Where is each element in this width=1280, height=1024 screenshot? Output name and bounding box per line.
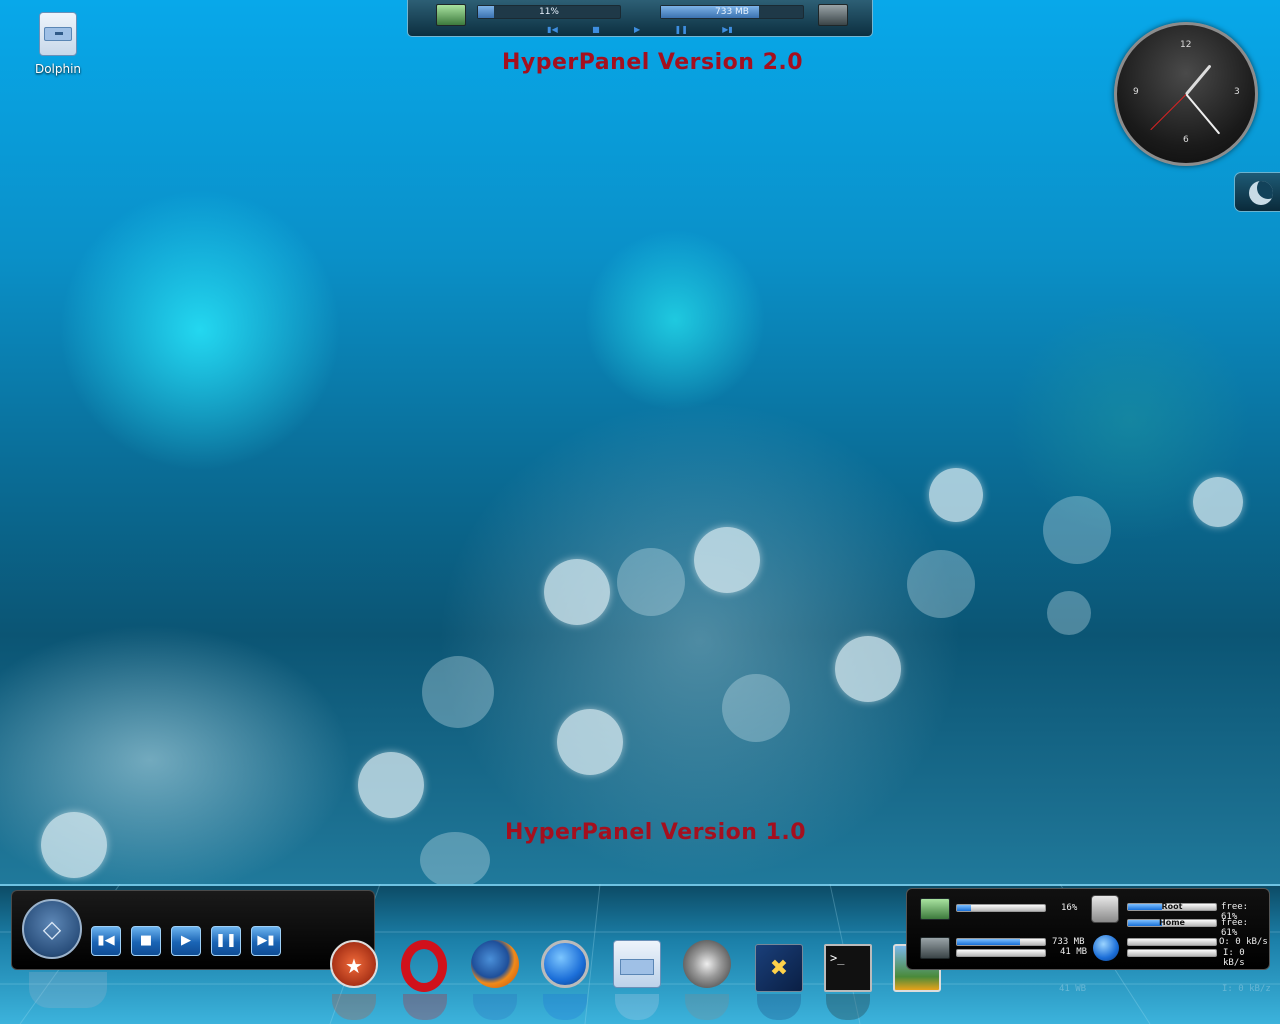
bokeh-bubble	[1047, 591, 1091, 635]
bokeh-bubble	[422, 656, 494, 728]
terminal-icon[interactable]: >_	[824, 944, 872, 992]
hard-disk-icon	[1091, 895, 1119, 923]
bokeh-bubble	[41, 812, 107, 878]
sysmon-cpu-bar	[956, 904, 1046, 912]
top-cpu-bar: 11%	[477, 5, 621, 19]
next-icon[interactable]: ▶▮	[722, 25, 733, 34]
sysmon-mem-bar	[956, 938, 1046, 946]
prev-button[interactable]: ▮◀	[91, 926, 121, 956]
sysmon-swap-bar	[956, 949, 1046, 957]
sysmon-home-bar: Home	[1127, 918, 1217, 927]
firefox-icon[interactable]	[471, 940, 519, 988]
media-player-panel: ◇ ▮◀ ■ ▶ ❚❚ ▶▮	[11, 890, 375, 970]
drawer	[620, 959, 654, 975]
sysmon-reflection-net: I: 0 kB/z	[1222, 984, 1271, 994]
hypercolor-icon[interactable]: ★	[330, 940, 378, 988]
sysmon-cpu-text: 16%	[1061, 903, 1078, 913]
top-mem-bar: 733 MB	[660, 5, 804, 19]
desktop-icon-dolphin[interactable]: Dolphin	[28, 12, 88, 76]
prev-icon[interactable]: ▮◀	[547, 25, 558, 34]
clock-numeral: 9	[1133, 87, 1139, 97]
system-settings-icon[interactable]: ✖	[755, 944, 803, 992]
pause-icon[interactable]: ❚❚	[674, 25, 687, 34]
sysmon-swap-text: 41 MB	[1060, 947, 1088, 957]
bokeh-bubble	[835, 636, 901, 702]
sysmon-net-in: I: 0 kB/s	[1223, 948, 1245, 968]
bokeh-bubble	[557, 709, 623, 775]
hyperpanel-top: 11% 733 MB ▮◀ ■ ▶ ❚❚ ▶▮	[407, 0, 873, 37]
analog-clock[interactable]: 12 3 6 9	[1114, 22, 1258, 166]
sysmon-net-out-bar	[1127, 938, 1217, 946]
network-globe-icon[interactable]	[541, 940, 589, 988]
bokeh-bubble	[694, 527, 760, 593]
sysmon-net-out: O: 0 kB/s	[1219, 937, 1268, 947]
bokeh-bubble	[1043, 496, 1111, 564]
system-monitor-panel: 16% Root free: 61% Home free: 61% 733 MB…	[906, 888, 1270, 970]
memory-chip-icon	[818, 4, 848, 26]
sysmon-mem-bar-fill	[957, 939, 1021, 945]
sysmon-root-label: Root	[1161, 902, 1183, 911]
moon-icon	[1249, 181, 1273, 205]
dolphin-icon[interactable]	[613, 940, 661, 988]
amarok-reflection	[29, 972, 107, 1008]
network-globe-icon	[1093, 935, 1119, 961]
next-button[interactable]: ▶▮	[251, 926, 281, 956]
cpu-chip-icon	[920, 898, 950, 920]
caption-top: HyperPanel Version 2.0	[502, 50, 804, 75]
multimedia-icon[interactable]	[683, 940, 731, 988]
stop-icon[interactable]: ■	[592, 25, 600, 34]
clock-numeral: 3	[1234, 87, 1240, 97]
sysmon-mem-text: 733 MB	[1052, 937, 1085, 947]
cpu-chip-icon	[436, 4, 466, 26]
dolphin-icon	[39, 12, 77, 56]
bokeh-bubble	[929, 468, 983, 522]
top-cpu-text: 11%	[538, 7, 559, 17]
clock-second-hand	[1150, 94, 1187, 131]
top-media-controls: ▮◀ ■ ▶ ❚❚ ▶▮	[530, 25, 750, 34]
bokeh-bubble	[907, 550, 975, 618]
clock-minute-hand	[1185, 93, 1221, 135]
clock-numeral: 6	[1183, 135, 1189, 145]
sysmon-reflection-swap: 41 WB	[1059, 984, 1087, 994]
bokeh-bubble	[722, 674, 790, 742]
play-button[interactable]: ▶	[171, 926, 201, 956]
pause-button[interactable]: ❚❚	[211, 926, 241, 956]
bokeh-bubble	[544, 559, 610, 625]
top-mem-text: 733 MB	[715, 7, 749, 17]
sysmon-net-in-bar	[1127, 949, 1217, 957]
play-icon[interactable]: ▶	[634, 25, 640, 34]
caption-bottom: HyperPanel Version 1.0	[505, 820, 807, 845]
stop-button[interactable]: ■	[131, 926, 161, 956]
opera-icon[interactable]	[401, 940, 447, 992]
clock-hour-hand	[1184, 64, 1212, 96]
sidebar-toggle-tab[interactable]	[1234, 172, 1280, 212]
sysmon-home-label: Home	[1159, 918, 1185, 927]
bokeh-bubble	[420, 832, 490, 888]
bokeh-bubble	[358, 752, 424, 818]
clock-numeral: 12	[1180, 40, 1192, 50]
bokeh-bubble	[1193, 477, 1243, 527]
sysmon-root-bar: Root	[1127, 902, 1217, 911]
memory-chip-icon	[920, 937, 950, 959]
bokeh-bubble	[617, 548, 685, 616]
desktop-icon-label: Dolphin	[34, 62, 82, 76]
sysmon-cpu-bar-fill	[957, 905, 972, 911]
amarok-wolf-icon[interactable]: ◇	[22, 899, 82, 959]
sysmon-home-free: free: 61%	[1221, 918, 1249, 938]
